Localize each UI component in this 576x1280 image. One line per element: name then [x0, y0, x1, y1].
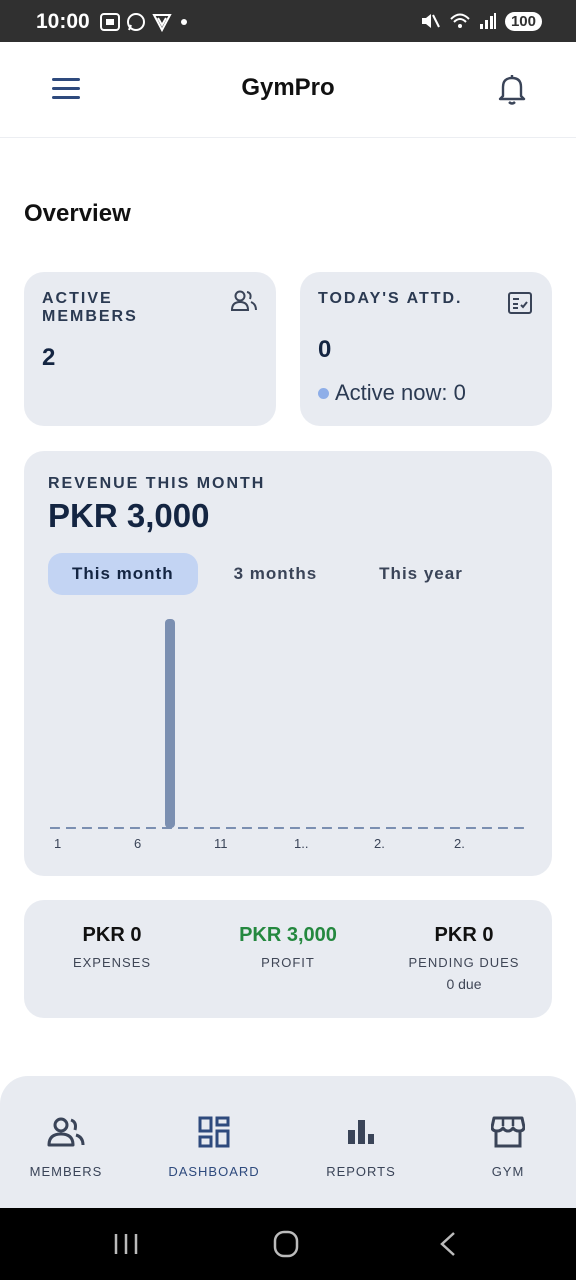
home-button[interactable] [266, 1230, 306, 1258]
home-icon [273, 1230, 299, 1258]
members-icon [0, 1114, 138, 1150]
nav-reports-label: REPORTS [326, 1164, 396, 1179]
revenue-value: PKR 3,000 [48, 497, 210, 534]
chart-tick-label: 1.. [294, 836, 308, 851]
tab-this-month[interactable]: This month [48, 553, 198, 595]
pending-dues-label: PENDING DUES [408, 955, 520, 970]
overview-title: Overview [24, 200, 131, 227]
app-bar: GymPro [0, 42, 576, 138]
checklist-icon [508, 292, 532, 319]
tab-this-year[interactable]: This year [355, 553, 487, 595]
whatsapp-icon [127, 13, 145, 31]
recent-apps-icon [114, 1234, 138, 1254]
active-now-text: Active now: 0 [335, 380, 466, 405]
chart-tick-label: 2. [454, 836, 465, 851]
expenses-summary: PKR 0 EXPENSES [24, 924, 200, 970]
bell-icon [498, 75, 526, 105]
battery-level: 100 [504, 11, 542, 31]
notifications-button[interactable] [496, 72, 528, 106]
chart-bar [165, 619, 175, 828]
notification-icons [100, 12, 190, 32]
system-navigation-bar [0, 1208, 576, 1280]
bottom-navigation: MEMBERS DASHBOARD REPORTS GYM [0, 1076, 576, 1208]
active-members-value: 2 [42, 344, 56, 371]
profit-amount: PKR 3,000 [239, 924, 337, 946]
todays-attendance-label: TODAY'S ATTD. [318, 290, 463, 307]
pending-dues-summary: PKR 0 PENDING DUES 0 due [376, 924, 552, 992]
wifi-icon [450, 13, 470, 28]
chart-tick-label: 2. [374, 836, 385, 851]
profit-label: PROFIT [261, 955, 315, 970]
pending-dues-amount: PKR 0 [434, 924, 494, 946]
expenses-label: EXPENSES [72, 955, 152, 970]
nav-gym-label: GYM [491, 1164, 525, 1179]
revenue-period-tabs: This month 3 months This year [48, 553, 487, 595]
todays-attendance-value: 0 [318, 336, 332, 363]
revenue-chart: 1 6 11 1.. 2. 2. [50, 619, 524, 851]
summary-card: PKR 0 EXPENSES PKR 3,000 PROFIT PKR 0 PE… [24, 900, 552, 1018]
nav-members[interactable]: MEMBERS [0, 1114, 138, 1179]
nav-dashboard-label: DASHBOARD [168, 1164, 260, 1179]
nav-dashboard[interactable]: DASHBOARD [142, 1114, 286, 1179]
active-now-status: Active now: 0 [318, 380, 466, 406]
active-dot-icon [318, 387, 329, 399]
revenue-label: REVENUE THIS MONTH [48, 475, 266, 492]
tab-3-months[interactable]: 3 months [210, 553, 342, 595]
chart-tick-label: 1 [54, 836, 61, 851]
vpn-icon [152, 14, 172, 32]
dot-icon [181, 19, 187, 25]
revenue-card: REVENUE THIS MONTH PKR 3,000 This month … [24, 451, 552, 876]
members-icon [230, 290, 257, 317]
back-icon [440, 1232, 455, 1256]
app-title: GymPro [241, 74, 335, 101]
active-members-card[interactable]: ACTIVE MEMBERS 2 [24, 272, 276, 426]
reports-icon [289, 1114, 433, 1150]
nav-gym[interactable]: GYM [436, 1114, 576, 1179]
system-icons: 100 [419, 11, 542, 31]
expenses-amount: PKR 0 [82, 924, 142, 946]
dashboard-icon [142, 1114, 286, 1150]
todays-attendance-card[interactable]: TODAY'S ATTD. 0 Active now: 0 [300, 272, 552, 426]
nav-members-label: MEMBERS [29, 1164, 103, 1179]
status-bar: 10:00 100 [0, 0, 576, 42]
status-time: 10:00 [36, 10, 90, 33]
store-icon [436, 1114, 576, 1150]
nav-reports[interactable]: REPORTS [289, 1114, 433, 1179]
back-button[interactable] [428, 1230, 468, 1258]
chart-tick-label: 6 [134, 836, 141, 851]
recent-apps-button[interactable] [106, 1230, 146, 1258]
profit-summary: PKR 3,000 PROFIT [200, 924, 376, 970]
mute-icon [421, 14, 440, 28]
active-members-label: ACTIVE MEMBERS [42, 290, 138, 325]
chart-tick-label: 11 [214, 836, 228, 851]
pending-dues-count: 0 due [446, 976, 482, 992]
screenshot-icon [100, 13, 120, 31]
signal-icon [479, 13, 496, 29]
